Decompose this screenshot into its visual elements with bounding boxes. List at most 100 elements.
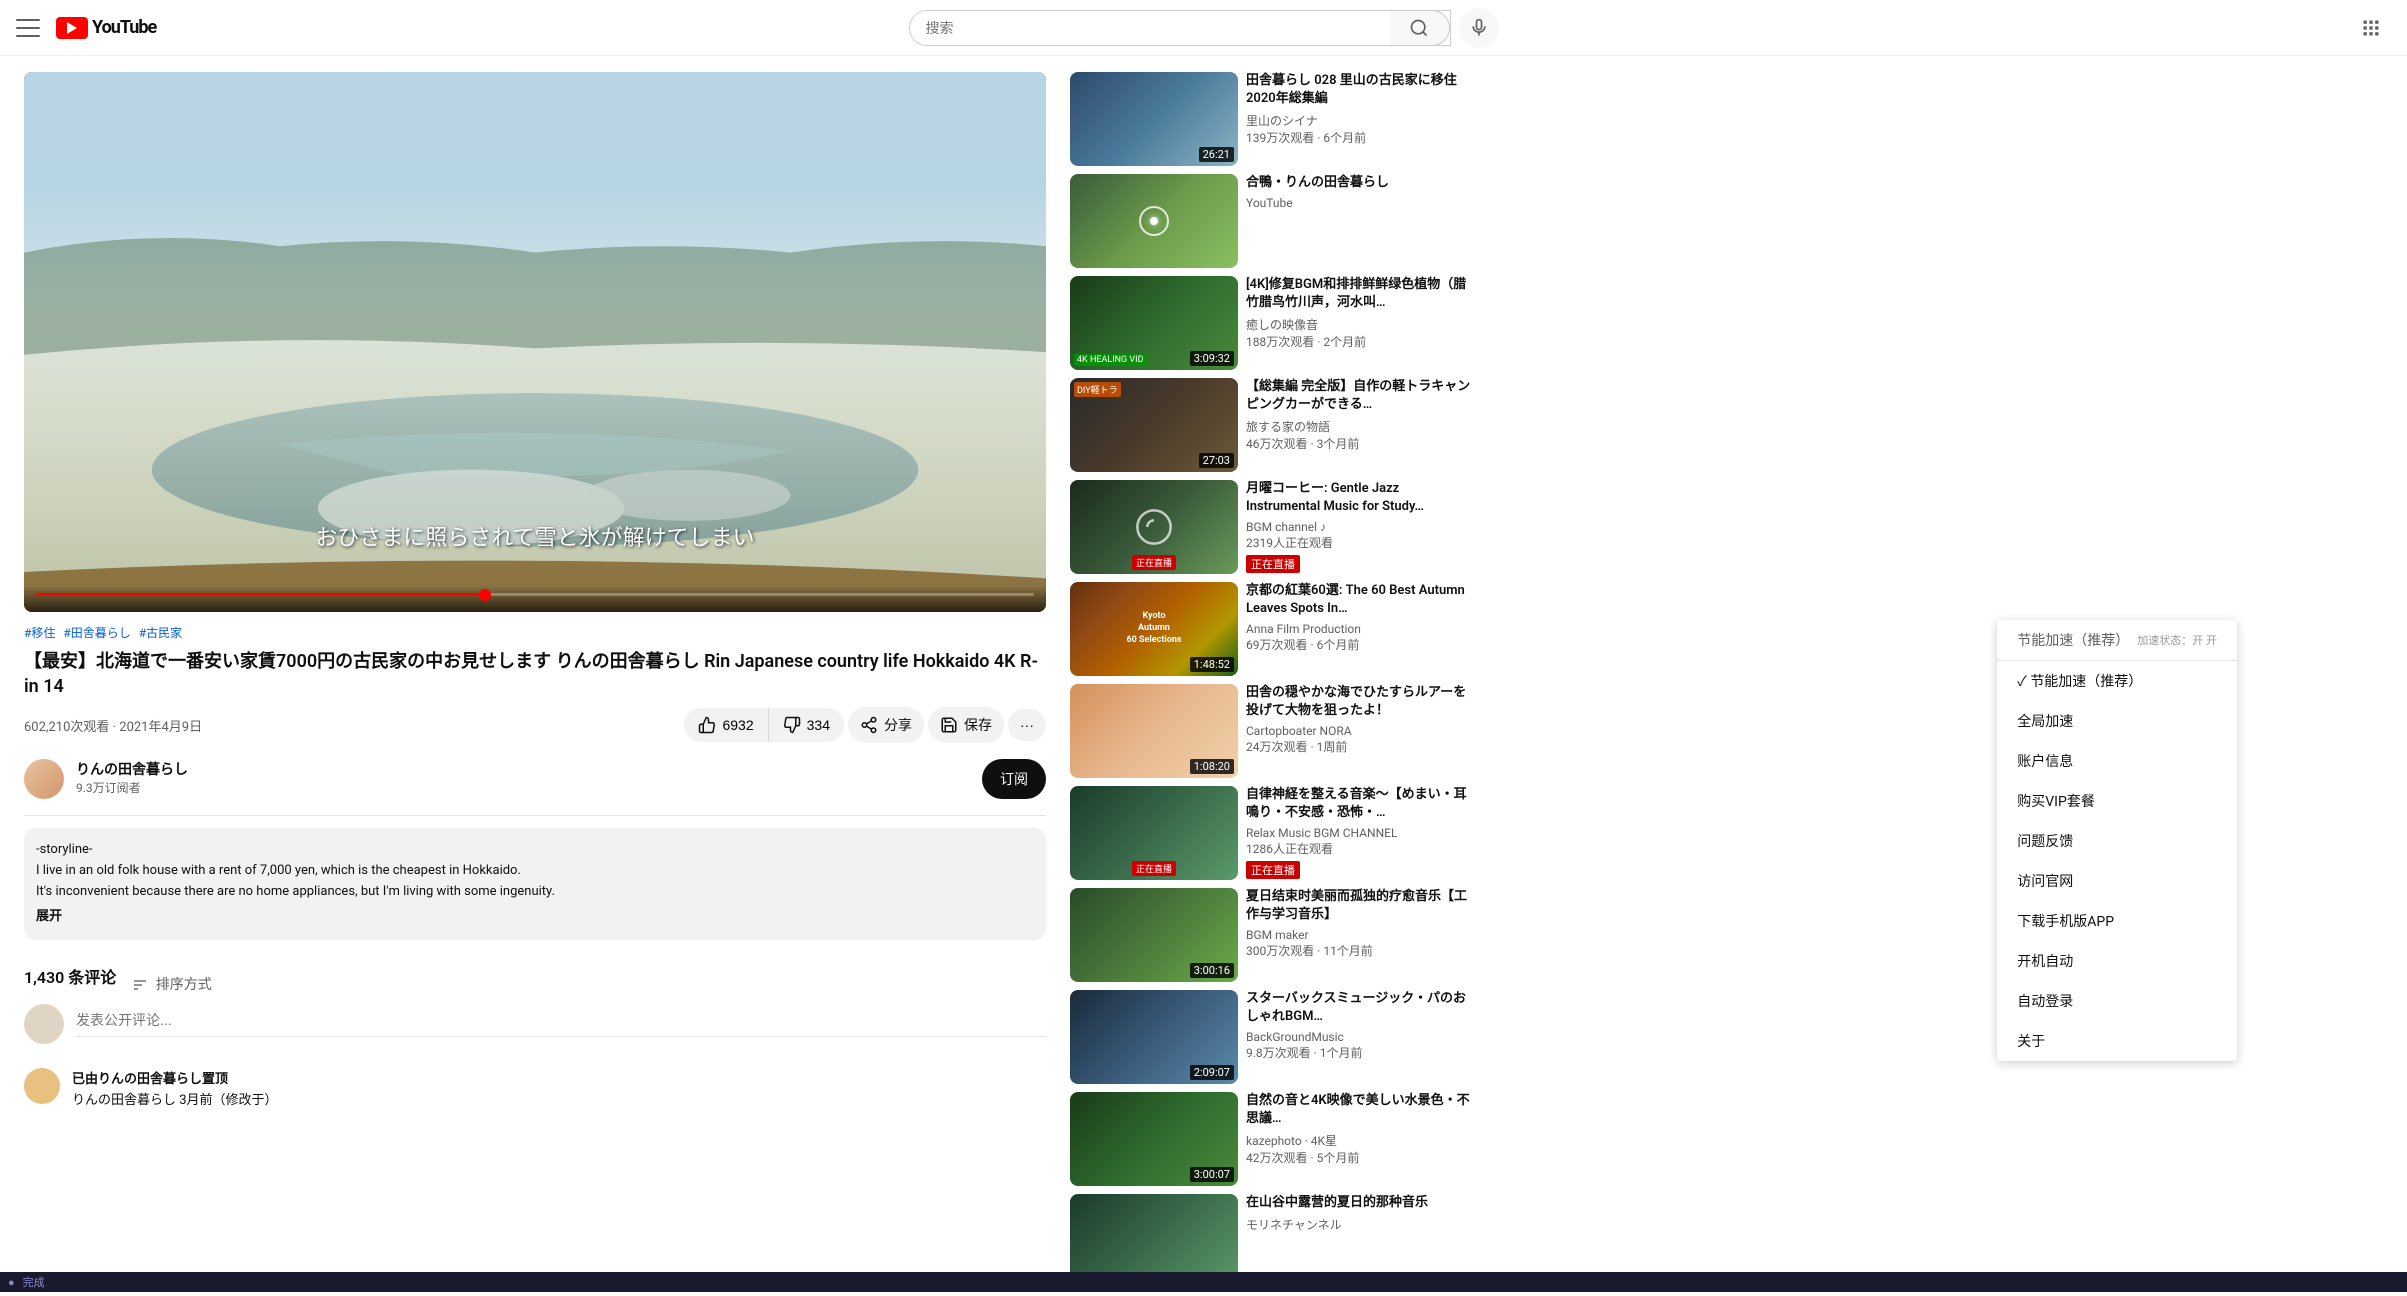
context-menu-item-quanju[interactable]: 全局加速 — [1997, 701, 2237, 741]
search-button[interactable] — [1390, 10, 1450, 46]
video-controls[interactable] — [24, 585, 1046, 612]
sidebar-title: 田舎の穏やかな海でひたすらルアーを投げて大物を狙ったよ！ — [1246, 684, 1474, 720]
context-menu-item-autostart[interactable]: 开机自动 — [1997, 941, 2237, 981]
status-text: 完成 — [23, 1274, 45, 1290]
context-menu-subtext: 加速状态：开 开 — [2137, 632, 2217, 648]
sidebar-meta: 2319人正在观看 — [1246, 534, 1474, 551]
sidebar-title: [4K]修复BGM和排排鲜鲜绿色植物（腊竹腊鸟竹川声，河水叫… — [1246, 276, 1474, 312]
commenter-name[interactable]: 已由りんの田舎暮らし置顶 — [72, 1072, 228, 1087]
sidebar-meta: 300万次观看 · 11个月前 — [1246, 942, 1474, 959]
mic-button[interactable] — [1459, 8, 1499, 48]
share-label: 分享 — [884, 715, 912, 735]
sidebar-item[interactable]: 3:00:16 夏日结束时美丽而孤独的疗愈音乐【工作与学习音乐】 BGM mak… — [1070, 888, 1474, 982]
sidebar-meta: 1286人正在观看 — [1246, 840, 1474, 857]
context-menu-item-vip[interactable]: 购买VIP套餐 — [1997, 781, 2237, 821]
video-tags: #移住 #田舎暮らし #古民家 — [24, 624, 1046, 641]
sidebar-meta: 46万次观看 · 3个月前 — [1246, 435, 1474, 452]
comment-input[interactable] — [76, 1004, 1046, 1037]
video-duration: 3:00:16 — [1190, 963, 1234, 978]
sidebar-item-info: 京都の紅葉60選: The 60 Best Autumn Leaves Spot… — [1246, 582, 1474, 676]
subscriber-count: 9.3万订阅者 — [76, 779, 982, 796]
context-menu-item-website[interactable]: 访问官网 — [1997, 861, 2237, 901]
user-avatar — [24, 1004, 64, 1044]
channel-name[interactable]: りんの田舎暮らし — [76, 759, 982, 779]
status-bar: ● 完成 — [0, 1272, 2407, 1292]
comment-content: 已由りんの田舎暮らし置顶 りんの田舎暮らし 3月前（修改于） — [72, 1068, 1046, 1111]
share-button[interactable]: 分享 — [848, 707, 924, 743]
video-subtitle: おひさまに照らされて雪と氷が解けてしまい — [315, 520, 754, 552]
tag-kominka[interactable]: #古民家 — [139, 624, 182, 641]
header-center — [216, 8, 2191, 48]
like-button[interactable]: 6932 — [684, 708, 768, 742]
sidebar-title: 在山谷中露营的夏日的那种音乐 — [1246, 1194, 1474, 1212]
sidebar-item-info: [4K]修复BGM和排排鲜鲜绿色植物（腊竹腊鸟竹川声，河水叫… 癒しの映像音 1… — [1246, 276, 1474, 370]
more-button[interactable]: ··· — [1008, 709, 1046, 741]
right-sidebar: 26:21 田舎暮らし 028 里山の古民家に移住 2020年総集編 里山のシイ… — [1070, 56, 1490, 1296]
expand-button[interactable]: 展开 — [36, 907, 1034, 928]
sidebar-item-kyoto[interactable]: KyotoAutumn60 Selections 1:48:52 京都の紅葉60… — [1070, 582, 1474, 676]
sidebar-item[interactable]: 2:09:07 スターバックスミュージック・パのおしゃれBGM… BackGro… — [1070, 990, 1474, 1084]
sidebar-channel: 旅する家の物語 — [1246, 418, 1474, 435]
menu-icon[interactable] — [16, 16, 40, 40]
sidebar-thumbnail: 正在直播 — [1070, 786, 1238, 880]
apps-icon[interactable] — [2351, 8, 2391, 48]
sidebar-item[interactable]: 26:21 田舎暮らし 028 里山の古民家に移住 2020年総集編 里山のシイ… — [1070, 72, 1474, 166]
save-label: 保存 — [964, 715, 992, 735]
sidebar-item-info: 合鴨・りんの田舎暮らし YouTube — [1246, 174, 1474, 268]
sidebar-item-info: 田舎暮らし 028 里山の古民家に移住 2020年総集編 里山のシイナ 139万… — [1246, 72, 1474, 166]
desc-line1: -storyline- — [36, 840, 1034, 861]
save-button[interactable]: 保存 — [928, 707, 1004, 743]
like-count: 6932 — [722, 717, 753, 733]
video-player[interactable]: おひさまに照らされて雪と氷が解けてしまい — [24, 72, 1046, 612]
subscribe-button[interactable]: 订阅 — [982, 759, 1046, 799]
progress-bar[interactable] — [36, 593, 1034, 596]
tag-inaka[interactable]: #田舎暮らし — [63, 624, 130, 641]
sidebar-item[interactable]: 3:00:07 自然の音と4K映像で美しい水景色・不思議… kazephoto … — [1070, 1092, 1474, 1186]
sidebar-channel: モリネチャンネル — [1246, 1216, 1474, 1233]
sidebar-item-info: 【総集編 完全版】自作の軽トラキャンピングカーができる… 旅する家の物語 46万… — [1246, 378, 1474, 472]
youtube-logo-icon — [56, 17, 88, 39]
desc-line2: I live in an old folk house with a rent … — [36, 861, 1034, 882]
context-menu-item-autologin[interactable]: 自动登录 — [1997, 981, 2237, 1021]
checkmark-icon: ✓ — [2017, 674, 2030, 690]
sidebar-thumbnail: 3:00:16 — [1070, 888, 1238, 982]
comments-section: 1,430 条评论 排序方式 已由りんの田舎暮らし置顶 りんの田舎暮らし 3月 — [24, 964, 1046, 1111]
sidebar-title: スターバックスミュージック・パのおしゃれBGM… — [1246, 990, 1474, 1026]
sidebar-item[interactable]: 正在直播 自律神経を整える音楽～【めまい・耳鳴り・不安感・恐怖・… Relax … — [1070, 786, 1474, 880]
sidebar-item[interactable]: 合鴨・りんの田舎暮らし YouTube — [1070, 174, 1474, 268]
sidebar-title: 自律神経を整える音楽～【めまい・耳鳴り・不安感・恐怖・… — [1246, 786, 1474, 822]
diy-badge: DIY軽トラ — [1074, 382, 1121, 397]
context-menu-item-account[interactable]: 账户信息 — [1997, 741, 2237, 781]
dislike-button[interactable]: 334 — [769, 708, 844, 742]
video-frame: おひさまに照らされて雪と氷が解けてしまい — [24, 72, 1046, 612]
comments-header: 1,430 条评论 排序方式 — [24, 964, 1046, 1004]
sidebar-item[interactable]: 1:08:20 田舎の穏やかな海でひたすらルアーを投げて大物を狙ったよ！ Car… — [1070, 684, 1474, 778]
video-stats: 602,210次观看 · 2021年4月9日 — [24, 716, 202, 735]
view-count: 602,210次观看 — [24, 720, 109, 735]
comments-count: 1,430 条评论 — [24, 964, 116, 988]
sort-button[interactable]: 排序方式 — [132, 974, 211, 994]
tag-ijuu[interactable]: #移住 — [24, 624, 55, 641]
context-menu-item-feedback[interactable]: 问题反馈 — [1997, 821, 2237, 861]
left-panel: おひさまに照らされて雪と氷が解けてしまい #移住 #田舎暮らし #古民家 【最安… — [0, 56, 1070, 1296]
sidebar-title: 夏日结束时美丽而孤独的疗愈音乐【工作与学习音乐】 — [1246, 888, 1474, 924]
channel-avatar[interactable] — [24, 759, 64, 799]
sidebar-item[interactable]: DIY軽トラ 27:03 【総集編 完全版】自作の軽トラキャンピングカーができる… — [1070, 378, 1474, 472]
sidebar-thumbnail: 26:21 — [1070, 72, 1238, 166]
sidebar-meta: 24万次观看 · 1周前 — [1246, 738, 1474, 755]
search-input[interactable] — [910, 11, 1390, 45]
pinned-comment: 已由りんの田舎暮らし置顶 りんの田舎暮らし 3月前（修改于） — [24, 1068, 1046, 1111]
sidebar-item[interactable]: 4K HEALING VID 3:09:32 [4K]修复BGM和排排鲜鲜绿色植… — [1070, 276, 1474, 370]
youtube-logo[interactable]: YouTube — [56, 17, 156, 39]
sidebar-meta: 69万次观看 · 6个月前 — [1246, 636, 1474, 653]
context-menu-item-jieneng[interactable]: ✓ 节能加速（推荐） — [1997, 661, 2237, 701]
like-dislike-container: 6932 334 — [684, 708, 844, 742]
sidebar-thumbnail: 4K HEALING VID 3:09:32 — [1070, 276, 1238, 370]
live-badge: 正在直播 — [1246, 555, 1300, 573]
search-box — [909, 10, 1451, 46]
context-menu-item-mobile[interactable]: 下载手机版APP — [1997, 901, 2237, 941]
context-menu-item-about[interactable]: 关于 — [1997, 1021, 2237, 1061]
sidebar-thumbnail: 2:09:07 — [1070, 990, 1238, 1084]
sidebar-item[interactable]: 正在直播 月曜コーヒー: Gentle Jazz Instrumental Mu… — [1070, 480, 1474, 574]
comment-text: りんの田舎暮らし 3月前（修改于） — [72, 1091, 1046, 1111]
